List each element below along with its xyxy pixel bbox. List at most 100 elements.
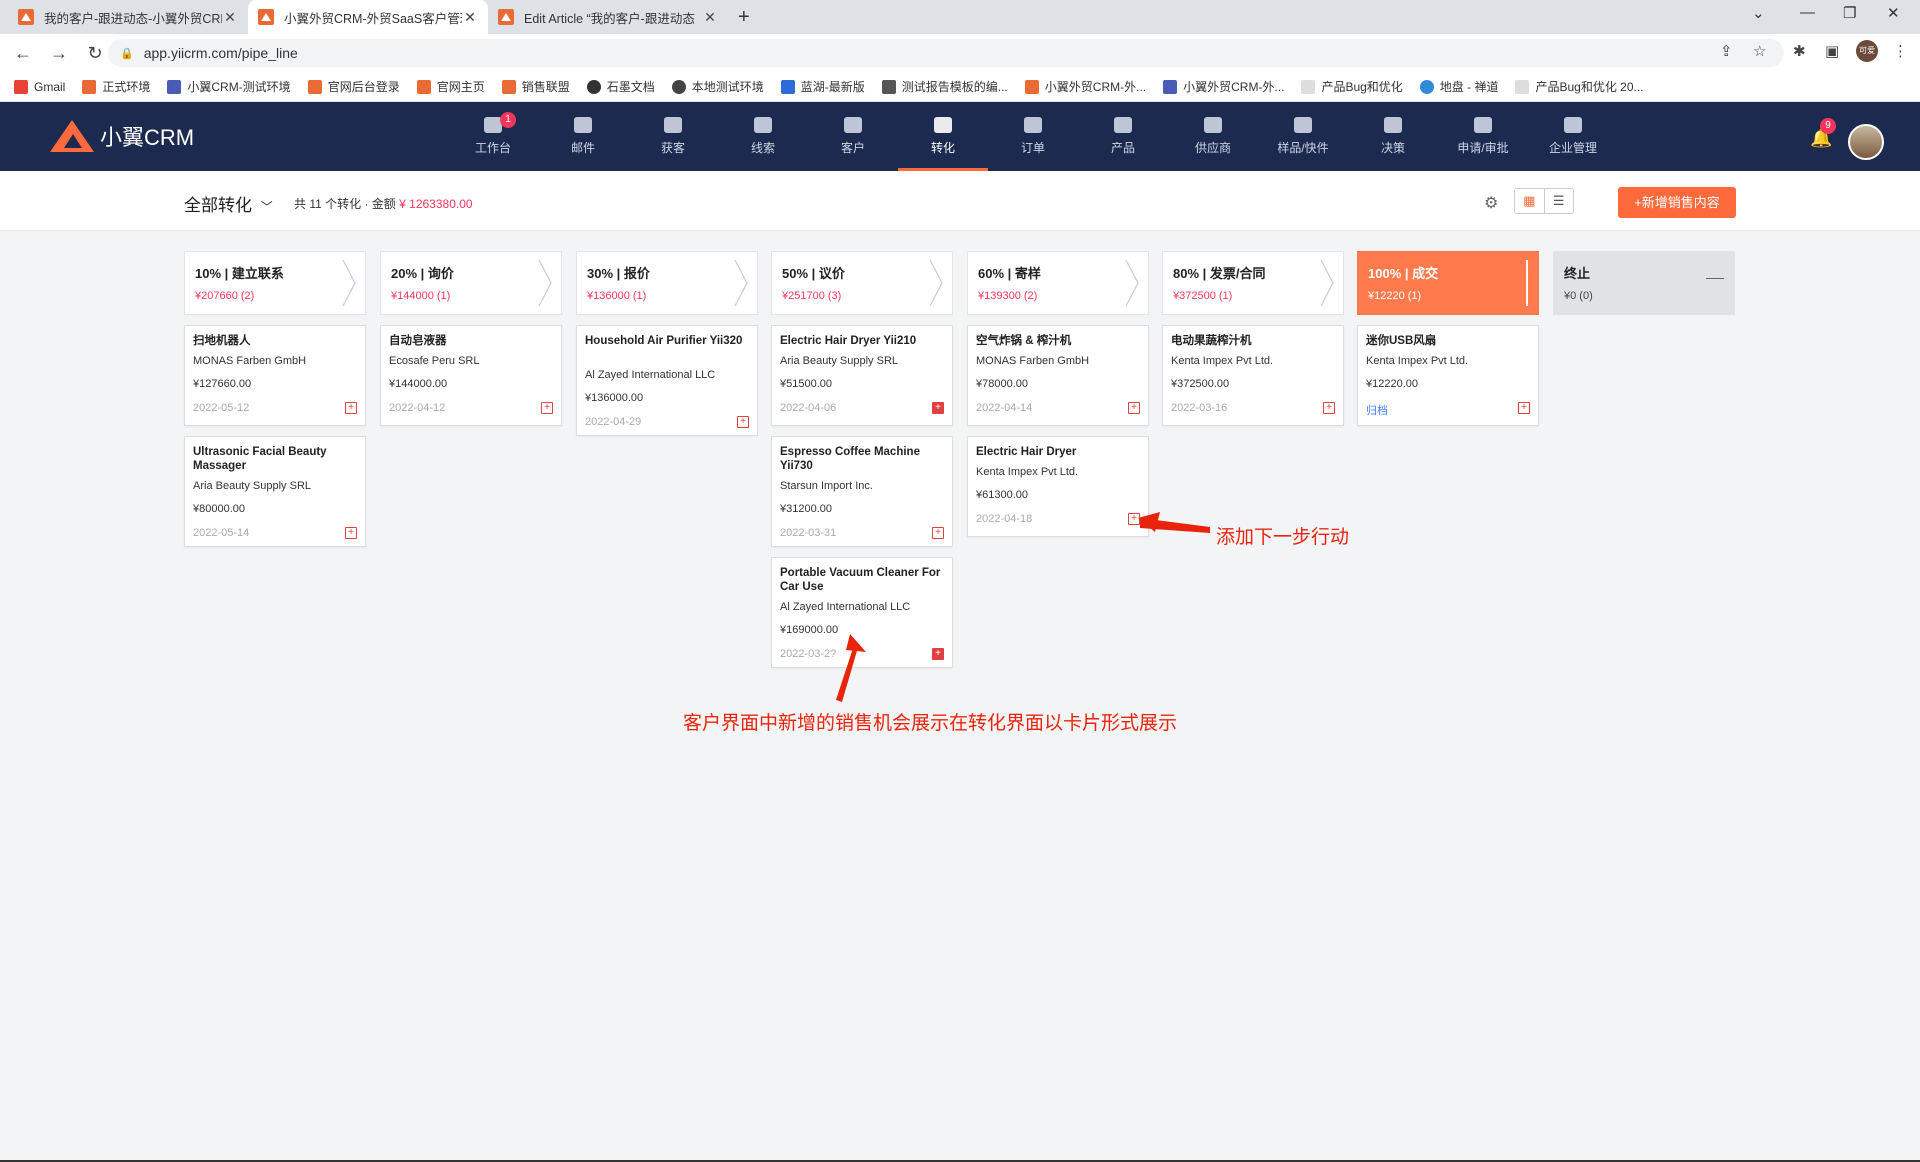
nav-label: 获客 xyxy=(660,141,685,155)
bookmark-item[interactable]: 正式环境 xyxy=(82,78,150,95)
nav-item[interactable]: 转化 xyxy=(898,102,988,171)
add-next-action-icon[interactable]: + xyxy=(737,416,749,428)
browser-tab-2[interactable]: 小翼外贸CRM-外贸SaaS客户管理 ✕ xyxy=(248,0,488,34)
browser-profile-avatar[interactable]: 可爱 xyxy=(1856,40,1878,62)
nav-item[interactable]: 产品 xyxy=(1078,102,1168,171)
deal-card[interactable]: Household Air Purifier Yii320 Al Zayed In… xyxy=(576,325,758,436)
tab-search-icon[interactable]: ⌄ xyxy=(1752,4,1765,22)
forward-icon[interactable]: → xyxy=(46,43,72,64)
browser-tab-3[interactable]: Edit Article “我的客户-跟进动态 ✕ xyxy=(488,0,728,34)
bookmark-item[interactable]: 石墨文档 xyxy=(586,78,655,95)
sidepanel-icon[interactable]: ▣ xyxy=(1825,42,1839,60)
nav-item[interactable]: 线索 xyxy=(718,102,808,171)
deal-card[interactable]: 迷你USB风扇 Kenta Impex Pvt Ltd. ¥12220.00 归档 + xyxy=(1357,325,1539,426)
bookmark-item[interactable]: 小翼CRM-测试环境 xyxy=(167,78,291,95)
gear-icon[interactable]: ⚙ xyxy=(1484,193,1498,213)
add-next-action-icon[interactable]: + xyxy=(1323,402,1335,414)
nav-item[interactable]: 企业管理 xyxy=(1528,102,1618,171)
nav-item[interactable]: 订单 xyxy=(988,102,1078,171)
nav-item[interactable]: 决策 xyxy=(1348,102,1438,171)
stage-header[interactable]: 80% | 发票/合同 ¥372500 (1) xyxy=(1162,251,1344,315)
bookmark-item[interactable]: 小翼外贸CRM-外... xyxy=(1163,78,1284,95)
extensions-icon[interactable]: ✱ xyxy=(1793,42,1806,60)
grid-view-icon[interactable]: ▦ xyxy=(1515,189,1544,213)
stage-value: ¥136000 (1) xyxy=(587,290,647,302)
browser-tabstrip: 我的客户-跟进动态-小翼外贸CRM ✕ 小翼外贸CRM-外贸SaaS客户管理 ✕… xyxy=(0,0,1920,34)
nav-icon xyxy=(574,117,592,133)
stage-value: ¥12220 (1) xyxy=(1368,290,1422,302)
nav-item[interactable]: 邮件 xyxy=(538,102,628,171)
bookmark-item[interactable]: 产品Bug和优化 20... xyxy=(1515,78,1644,95)
add-next-action-icon[interactable]: + xyxy=(541,402,553,414)
add-next-action-icon[interactable]: + xyxy=(932,648,944,660)
add-next-action-icon[interactable]: + xyxy=(345,527,357,539)
stage-header[interactable]: 100% | 成交 ¥12220 (1) xyxy=(1357,251,1539,315)
nav-item[interactable]: 样品/快件 xyxy=(1258,102,1348,171)
stage-title: 100% | 成交 xyxy=(1368,266,1439,281)
add-next-action-icon[interactable]: + xyxy=(1128,513,1140,525)
bookmark-item[interactable]: 测试报告模板的编... xyxy=(881,78,1008,95)
add-next-action-icon[interactable]: + xyxy=(1518,402,1530,414)
add-next-action-icon[interactable]: + xyxy=(932,527,944,539)
browser-tab-title: 小翼外贸CRM-外贸SaaS客户管理 xyxy=(284,11,462,26)
add-next-action-icon[interactable]: + xyxy=(932,402,944,414)
new-tab-icon[interactable]: + xyxy=(738,6,750,29)
close-icon[interactable]: ✕ xyxy=(462,9,478,26)
bookmark-item[interactable]: 销售联盟 xyxy=(501,78,570,95)
deal-card[interactable]: Electric Hair Dryer Kenta Impex Pvt Ltd. ¥… xyxy=(967,436,1149,537)
back-icon[interactable]: ← xyxy=(10,43,36,64)
deal-card[interactable]: Electric Hair Dryer Yii210 Aria Beauty Su… xyxy=(771,325,953,426)
list-view-icon[interactable]: ☰ xyxy=(1543,189,1574,213)
share-icon[interactable]: ⇪ xyxy=(1720,42,1733,60)
close-icon[interactable]: ✕ xyxy=(222,9,238,26)
stage-header[interactable]: 终止 ¥0 (0) xyxy=(1553,251,1735,315)
bookmark-item[interactable]: 产品Bug和优化 xyxy=(1301,78,1403,95)
reload-icon[interactable]: ↻ xyxy=(82,43,108,64)
nav-item[interactable]: 申请/审批 xyxy=(1438,102,1528,171)
archived-link[interactable]: 归档 xyxy=(1366,402,1388,418)
scope-dropdown[interactable]: 全部转化 ﹀ xyxy=(184,191,273,216)
deal-card[interactable]: Portable Vacuum Cleaner For Car Use Al Za… xyxy=(771,557,953,668)
add-next-action-icon[interactable]: + xyxy=(1128,402,1140,414)
deal-card[interactable]: 自动皂液器 Ecosafe Peru SRL ¥144000.00 2022-04-1… xyxy=(380,325,562,426)
deal-card[interactable]: 扫地机器人 MONAS Farben GmbH ¥127660.00 2022-05-… xyxy=(184,325,366,426)
close-icon[interactable]: ✕ xyxy=(702,9,718,26)
bookmark-item[interactable]: 蓝湖-最新版 xyxy=(780,78,865,95)
bookmark-item[interactable]: 地盘 - 禅道 xyxy=(1419,78,1498,95)
deal-card[interactable]: Ultrasonic Facial Beauty Massager Aria Be… xyxy=(184,436,366,547)
stage-header[interactable]: 30% | 报价 ¥136000 (1) xyxy=(576,251,758,315)
app-logo[interactable]: 小翼CRM xyxy=(50,120,194,152)
restore-icon[interactable]: ❐ xyxy=(1843,4,1856,22)
stage-header[interactable]: 60% | 寄样 ¥139300 (2) xyxy=(967,251,1149,315)
bookmark-item[interactable]: 官网主页 xyxy=(416,78,485,95)
nav-label: 工作台 xyxy=(474,141,511,155)
stage-header[interactable]: 10% | 建立联系 ¥207660 (2) xyxy=(184,251,366,315)
minimize-icon[interactable]: — xyxy=(1800,4,1815,21)
add-next-action-icon[interactable]: + xyxy=(345,402,357,414)
deal-card[interactable]: Espresso Coffee Machine Yii730 Starsun Im… xyxy=(771,436,953,547)
bookmark-star-icon[interactable]: ☆ xyxy=(1753,42,1766,60)
logo-text: 小翼CRM xyxy=(100,125,195,150)
bookmark-item[interactable]: 小翼外贸CRM-外... xyxy=(1024,78,1146,95)
address-bar[interactable]: 🔒 app.yiicrm.com/pipe_line xyxy=(108,39,1784,67)
user-avatar[interactable] xyxy=(1848,124,1884,160)
nav-item[interactable]: 获客 xyxy=(628,102,718,171)
menu-icon[interactable]: ⋮ xyxy=(1893,42,1908,60)
stage-header[interactable]: 50% | 议价 ¥251700 (3) xyxy=(771,251,953,315)
deal-card[interactable]: 空气炸锅 & 榨汁机 MONAS Farben GmbH ¥78000.00 2022… xyxy=(967,325,1149,426)
stage-header[interactable]: 20% | 询价 ¥144000 (1) xyxy=(380,251,562,315)
collapse-icon[interactable] xyxy=(1706,278,1724,279)
window-close-icon[interactable]: ✕ xyxy=(1887,4,1900,22)
bookmark-favicon-icon xyxy=(82,79,97,94)
nav-item[interactable]: 工作台 1 xyxy=(448,102,538,171)
stage-value: ¥144000 (1) xyxy=(391,290,451,302)
deal-card[interactable]: 电动果蔬榨汁机 Kenta Impex Pvt Ltd. ¥372500.00 202… xyxy=(1162,325,1344,426)
add-sales-button[interactable]: +新增销售内容 xyxy=(1618,187,1736,218)
nav-item[interactable]: 客户 xyxy=(808,102,898,171)
nav-item[interactable]: 供应商 xyxy=(1168,102,1258,171)
bookmark-item[interactable]: 本地测试环境 xyxy=(671,78,764,95)
bookmark-item[interactable]: 官网后台登录 xyxy=(307,78,400,95)
logo-icon xyxy=(50,120,96,152)
bookmark-item[interactable]: Gmail xyxy=(14,79,65,94)
browser-tab-1[interactable]: 我的客户-跟进动态-小翼外贸CRM ✕ xyxy=(8,0,248,34)
